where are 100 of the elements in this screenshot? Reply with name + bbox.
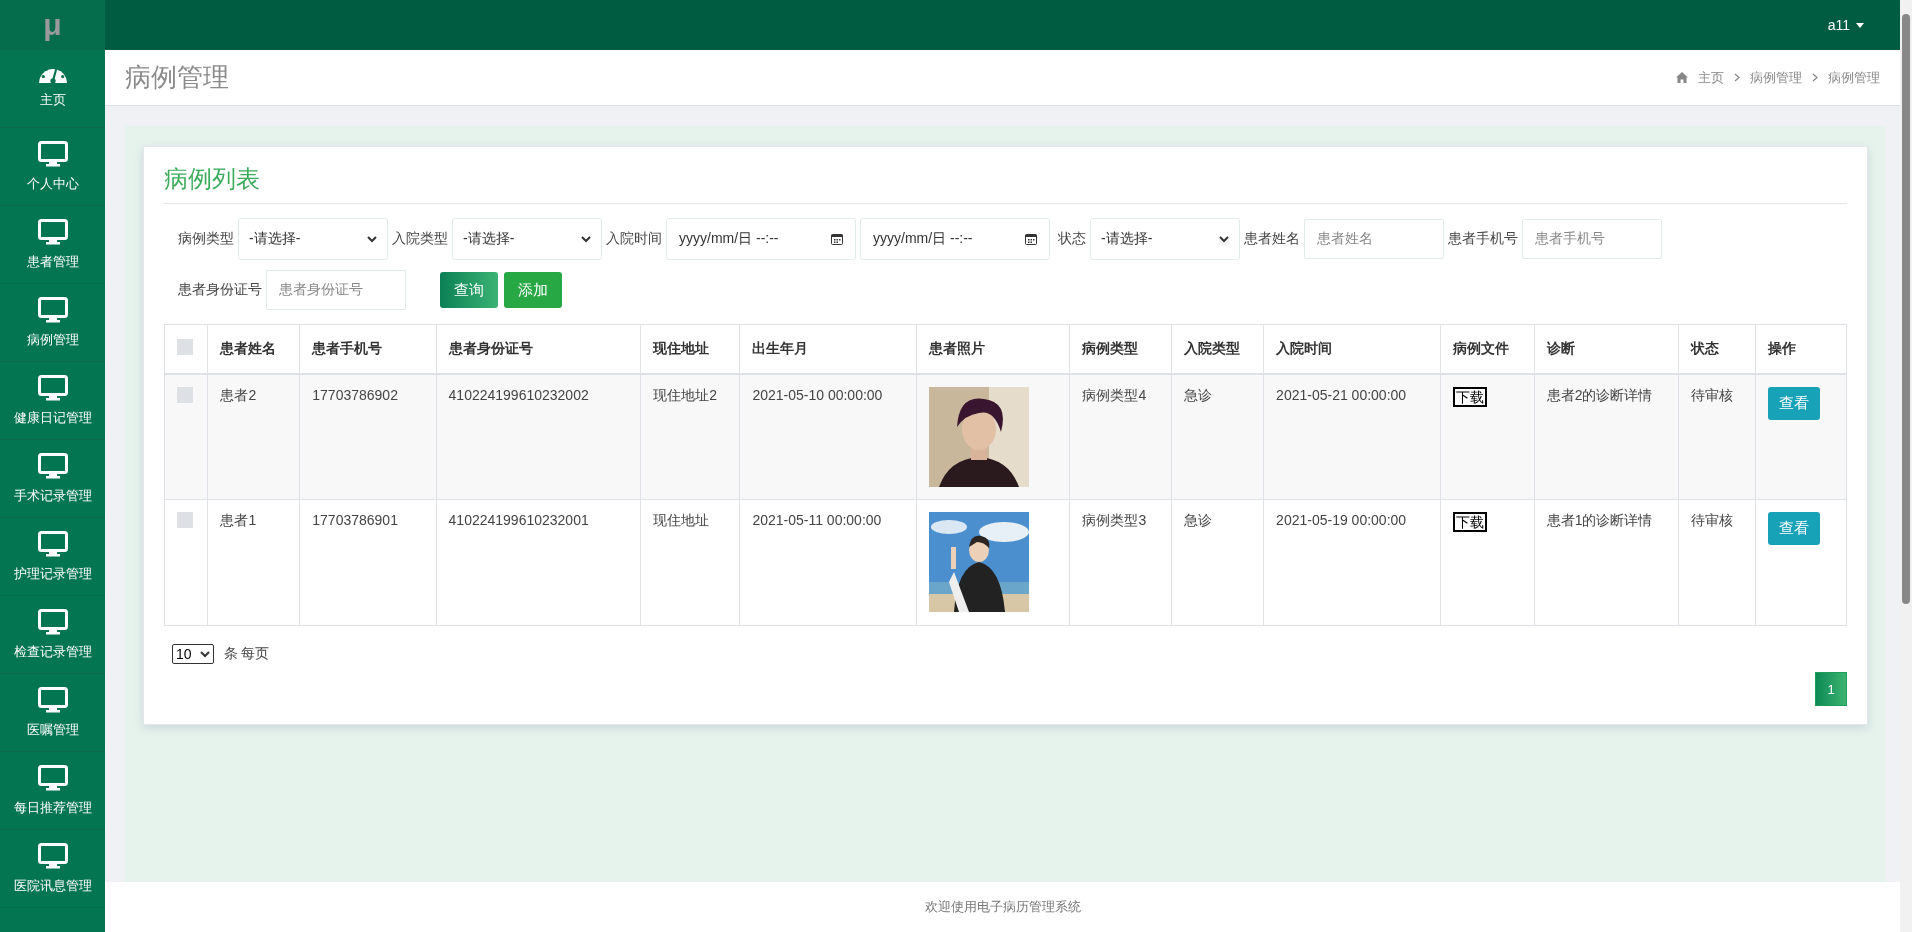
page-button[interactable]: 1 xyxy=(1815,672,1847,706)
monitor-icon xyxy=(37,686,68,713)
filter-label: 患者手机号 xyxy=(1448,230,1518,248)
datetime-field[interactable]: yyyy/mm/日 --:-- xyxy=(666,218,856,260)
calendar-icon xyxy=(831,233,843,245)
chevron-right-icon xyxy=(1734,73,1740,82)
view-button[interactable]: 查看 xyxy=(1768,386,1821,420)
table-cell-text: 患者2 xyxy=(220,386,257,403)
table-cell-text: 410224199610232002 xyxy=(448,386,589,403)
logo: μ xyxy=(0,0,105,50)
input-field[interactable]: 患者身份证号 xyxy=(266,270,406,310)
table-cell-text: 410224199610232001 xyxy=(448,512,589,528)
monitor-icon xyxy=(37,452,68,479)
select-field[interactable]: -请选择- xyxy=(452,218,602,260)
filter-label: 患者姓名 xyxy=(1244,230,1300,248)
sidebar-item[interactable]: 手术记录管理 xyxy=(0,440,105,518)
add-button[interactable]: 添加 xyxy=(504,272,562,308)
card-title: 病例列表 xyxy=(164,163,1847,204)
download-button[interactable]: 下载 xyxy=(1452,386,1487,407)
filter-label: 患者身份证号 xyxy=(178,281,262,299)
table-cell-text: 17703786902 xyxy=(312,386,398,403)
checkbox[interactable] xyxy=(177,339,193,356)
download-button[interactable]: 下载 xyxy=(1452,512,1487,532)
table-cell-text: 现住地址 xyxy=(653,512,710,528)
chevron-down-icon xyxy=(367,235,377,243)
table-cell-text: 17703786901 xyxy=(312,512,398,528)
filter-label: 入院类型 xyxy=(392,230,448,248)
table-cell-text: 病例类型4 xyxy=(1082,386,1147,403)
scrollbar-thumb[interactable] xyxy=(1902,14,1910,604)
filter-label: 入院时间 xyxy=(606,230,662,248)
breadcrumb-link[interactable]: 病例管理 xyxy=(1828,68,1880,87)
monitor-icon xyxy=(37,842,68,869)
select-field[interactable]: -请选择- xyxy=(238,218,388,260)
column-header: 出生年月 xyxy=(739,324,917,374)
table-cell-text: 2021-05-21 00:00:00 xyxy=(1276,386,1407,403)
column-header: 状态 xyxy=(1678,324,1756,374)
column-header: 操作 xyxy=(1755,324,1847,374)
table-cell-text: 2021-05-10 00:00:00 xyxy=(752,386,883,403)
chevron-down-icon xyxy=(199,650,210,658)
column-header: 患者照片 xyxy=(916,324,1070,374)
sidebar-item[interactable]: 每日推荐管理 xyxy=(0,752,105,830)
sidebar-item[interactable]: 检查记录管理 xyxy=(0,596,105,674)
column-header: 病例文件 xyxy=(1440,324,1535,374)
column-header: 患者手机号 xyxy=(299,324,437,374)
breadcrumb-link[interactable]: 主页 xyxy=(1698,68,1724,87)
monitor-icon xyxy=(37,140,68,167)
table-cell-text: 患者1 xyxy=(220,512,257,528)
table-cell-text: 现住地址2 xyxy=(653,386,718,403)
column-header: 入院时间 xyxy=(1263,324,1441,374)
view-button[interactable]: 查看 xyxy=(1768,512,1821,545)
table-cell-text: 病例类型3 xyxy=(1082,512,1147,528)
table-cell-text: 待审核 xyxy=(1690,512,1733,528)
sidebar-item[interactable]: 患者管理 xyxy=(0,206,105,284)
column-header: 诊断 xyxy=(1534,324,1679,374)
datetime-field[interactable]: yyyy/mm/日 --:-- xyxy=(860,218,1050,260)
column-header: 现住地址 xyxy=(640,324,740,374)
column-header: 患者姓名 xyxy=(207,324,300,374)
table-cell-text: 患者2的诊断详情 xyxy=(1546,386,1653,403)
checkbox[interactable] xyxy=(177,512,193,528)
breadcrumb-link[interactable]: 病例管理 xyxy=(1750,68,1802,87)
checkbox[interactable] xyxy=(177,386,193,403)
caret-icon xyxy=(1856,22,1864,28)
monitor-icon xyxy=(37,296,68,323)
table-cell-text: 2021-05-19 00:00:00 xyxy=(1276,512,1407,528)
table-cell-text: 急诊 xyxy=(1184,512,1213,528)
table-cell-text: 2021-05-11 00:00:00 xyxy=(752,512,882,528)
column-header: 患者身份证号 xyxy=(436,324,641,374)
select-field[interactable]: -请选择- xyxy=(1090,218,1240,260)
input-field[interactable]: 患者姓名 xyxy=(1304,219,1444,259)
search-button[interactable]: 查询 xyxy=(440,272,498,308)
filter-label: 病例类型 xyxy=(178,230,234,248)
input-field[interactable]: 患者手机号 xyxy=(1522,219,1662,259)
page-title: 病例管理 xyxy=(125,61,229,94)
monitor-icon xyxy=(37,218,68,245)
calendar-icon xyxy=(1025,233,1037,245)
chevron-right-icon xyxy=(1812,73,1818,82)
user-menu[interactable]: a11 xyxy=(1827,17,1864,33)
table-cell-text: 患者1的诊断详情 xyxy=(1546,512,1653,528)
filter-label: 状态 xyxy=(1058,230,1086,248)
sidebar-item[interactable]: 医院讯息管理 xyxy=(0,830,105,908)
sidebar-item[interactable]: 医嘱管理 xyxy=(0,674,105,752)
sidebar-item[interactable]: 护理记录管理 xyxy=(0,518,105,596)
table-cell-text: 待审核 xyxy=(1690,386,1733,403)
sidebar-item[interactable]: 病例管理 xyxy=(0,284,105,362)
chevron-down-icon xyxy=(1219,235,1229,243)
monitor-icon xyxy=(37,374,68,401)
chevron-down-icon xyxy=(581,235,591,243)
sidebar-item[interactable]: 个人中心 xyxy=(0,128,105,206)
home-icon xyxy=(1676,72,1688,83)
column-header: 病例类型 xyxy=(1069,324,1172,374)
sidebar-item[interactable]: 健康日记管理 xyxy=(0,362,105,440)
monitor-icon xyxy=(37,530,68,557)
page-size-select[interactable]: 10 xyxy=(172,644,214,664)
page-size-label: 条 每页 xyxy=(223,645,270,663)
dashboard-icon xyxy=(37,68,68,83)
monitor-icon xyxy=(37,764,68,791)
footer-text: 欢迎使用电子病历管理系统 xyxy=(105,882,1900,932)
monitor-icon xyxy=(37,608,68,635)
column-header: 入院类型 xyxy=(1171,324,1264,374)
table-cell-text: 急诊 xyxy=(1184,386,1213,403)
